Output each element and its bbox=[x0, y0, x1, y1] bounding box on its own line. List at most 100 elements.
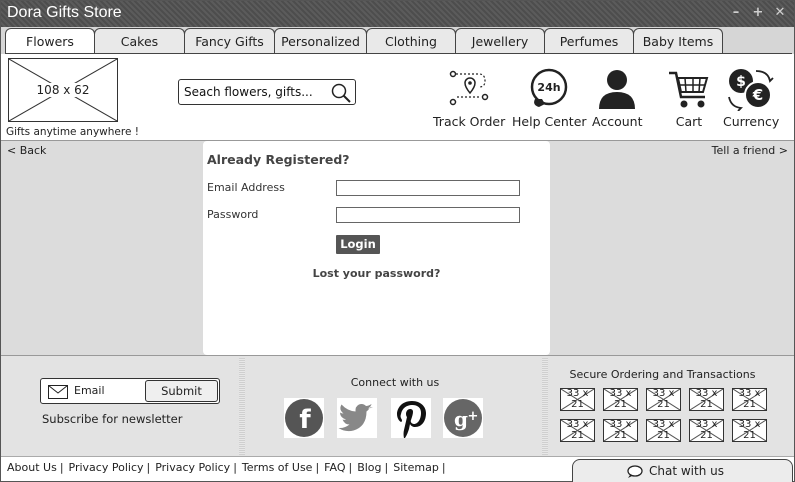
payment-badge-placeholder: 33 x 21 bbox=[646, 419, 681, 442]
badge-size-label: 21 bbox=[700, 399, 713, 410]
tell-a-friend-link[interactable]: Tell a friend > bbox=[712, 144, 788, 157]
payment-badge-placeholder: 33 x 21 bbox=[732, 419, 767, 442]
newsletter-email-input[interactable]: Email bbox=[74, 384, 105, 397]
tab-jewellery[interactable]: Jewellery bbox=[455, 28, 545, 54]
footer-link[interactable]: Blog bbox=[357, 461, 381, 474]
cart-icon bbox=[669, 71, 709, 108]
tab-cakes[interactable]: Cakes bbox=[94, 28, 185, 54]
badge-size-label: 33 x bbox=[695, 419, 718, 430]
footer-divider bbox=[542, 358, 548, 455]
newsletter-caption: Subscribe for newsletter bbox=[42, 412, 183, 426]
badge-size-label: 33 x bbox=[652, 388, 675, 399]
payment-badge-placeholder: 33 x 21 bbox=[646, 388, 681, 411]
badge-size-label: 33 x bbox=[609, 419, 632, 430]
help-center-label: Help Center bbox=[512, 114, 587, 129]
svg-text:+: + bbox=[468, 409, 479, 424]
track-order-label: Track Order bbox=[433, 114, 506, 129]
login-button[interactable]: Login bbox=[336, 235, 380, 254]
search-icon[interactable] bbox=[330, 82, 352, 104]
search-box[interactable]: Seach flowers, gifts... bbox=[178, 79, 356, 105]
badge-size-label: 33 x bbox=[609, 388, 632, 399]
badge-size-label: 21 bbox=[700, 430, 713, 441]
help-center-button[interactable]: 24h Help Center bbox=[512, 67, 587, 129]
tab-perfumes[interactable]: Perfumes bbox=[544, 28, 634, 54]
badge-size-label: 33 x bbox=[738, 388, 761, 399]
link-separator: | bbox=[233, 461, 237, 474]
chat-bubble-icon bbox=[627, 465, 643, 478]
cart-label: Cart bbox=[675, 114, 703, 129]
footer-link[interactable]: Privacy Policy bbox=[155, 461, 230, 474]
pinterest-icon[interactable] bbox=[391, 398, 431, 438]
badge-size-label: 21 bbox=[614, 430, 627, 441]
tab-personalized[interactable]: Personalized bbox=[274, 28, 367, 54]
chat-label: Chat with us bbox=[649, 464, 724, 478]
minimize-icon[interactable]: – bbox=[728, 5, 744, 21]
badge-size-label: 33 x bbox=[652, 419, 675, 430]
chat-with-us-button[interactable]: Chat with us bbox=[572, 459, 793, 482]
badge-size-label: 21 bbox=[657, 430, 670, 441]
payment-badge-placeholder: 33 x 21 bbox=[689, 419, 724, 442]
currency-label: Currency bbox=[723, 114, 780, 129]
link-separator: | bbox=[348, 461, 353, 474]
user-icon bbox=[599, 70, 636, 109]
lost-password-link[interactable]: Lost your password? bbox=[203, 267, 550, 280]
logo-size-label: 108 x 62 bbox=[34, 83, 92, 97]
app-window: Dora Gifts Store – + ✕ Flowers Cakes Fan… bbox=[0, 0, 795, 482]
newsletter-submit-button[interactable]: Submit bbox=[145, 380, 218, 402]
svg-text:g: g bbox=[454, 407, 468, 431]
connect-title: Connect with us bbox=[350, 376, 440, 389]
twitter-icon[interactable] bbox=[337, 398, 377, 438]
footer-band: Email Submit Subscribe for newsletter Co… bbox=[1, 355, 794, 456]
link-separator: | bbox=[384, 461, 389, 474]
newsletter-box: Email Submit bbox=[40, 378, 220, 404]
currency-button[interactable]: $ € Currency bbox=[723, 67, 779, 129]
tab-fancy-gifts[interactable]: Fancy Gifts bbox=[184, 28, 275, 54]
payment-badge-placeholder: 33 x 21 bbox=[560, 388, 595, 411]
tab-baby-items[interactable]: Baby Items bbox=[633, 28, 723, 54]
tab-flowers[interactable]: Flowers bbox=[5, 28, 95, 54]
login-panel: Already Registered? Email Address Passwo… bbox=[203, 141, 550, 355]
badge-size-label: 33 x bbox=[738, 419, 761, 430]
link-separator: | bbox=[59, 461, 64, 474]
password-field[interactable] bbox=[336, 207, 520, 223]
account-button[interactable]: Account bbox=[592, 67, 642, 129]
footer-link[interactable]: About Us bbox=[7, 461, 57, 474]
badge-size-label: 21 bbox=[614, 399, 627, 410]
footer-link[interactable]: FAQ bbox=[324, 461, 345, 474]
tagline: Gifts anytime anywhere ! bbox=[6, 126, 139, 138]
link-separator: | bbox=[441, 461, 446, 474]
payment-badge-placeholder: 33 x 21 bbox=[689, 388, 724, 411]
email-label: Email Address bbox=[207, 181, 285, 194]
email-field[interactable] bbox=[336, 180, 520, 196]
badge-size-label: 33 x bbox=[695, 388, 718, 399]
logo-placeholder[interactable]: 108 x 62 bbox=[8, 58, 118, 122]
footer-link[interactable]: Sitemap bbox=[393, 461, 439, 474]
svg-text:f: f bbox=[299, 405, 311, 435]
search-input[interactable]: Seach flowers, gifts... bbox=[184, 85, 313, 99]
svg-text:24h: 24h bbox=[538, 81, 561, 94]
google-plus-icon[interactable]: g + bbox=[443, 398, 483, 438]
close-icon[interactable]: ✕ bbox=[772, 5, 788, 21]
title-bar: Dora Gifts Store – + ✕ bbox=[1, 1, 794, 27]
login-heading: Already Registered? bbox=[207, 152, 350, 167]
24h-phone-icon: 24h bbox=[531, 68, 568, 107]
back-link[interactable]: < Back bbox=[7, 144, 46, 157]
badge-size-label: 21 bbox=[743, 430, 756, 441]
link-separator: | bbox=[146, 461, 151, 474]
account-label: Account bbox=[592, 114, 643, 129]
link-separator: | bbox=[315, 461, 320, 474]
badge-size-label: 21 bbox=[657, 399, 670, 410]
currency-exchange-icon: $ € bbox=[728, 69, 774, 111]
badge-size-label: 33 x bbox=[566, 388, 589, 399]
badge-size-label: 21 bbox=[743, 399, 756, 410]
payment-badge-placeholder: 33 x 21 bbox=[603, 388, 638, 411]
tab-clothing[interactable]: Clothing bbox=[366, 28, 456, 54]
cart-button[interactable]: Cart bbox=[667, 67, 711, 129]
footer-link[interactable]: Privacy Policy bbox=[69, 461, 144, 474]
facebook-icon[interactable]: f bbox=[284, 398, 324, 438]
footer-link[interactable]: Terms of Use bbox=[242, 461, 313, 474]
badge-size-label: 21 bbox=[571, 430, 584, 441]
badge-size-label: 33 x bbox=[566, 419, 589, 430]
maximize-icon[interactable]: + bbox=[750, 5, 766, 21]
track-order-button[interactable]: Track Order bbox=[433, 67, 505, 129]
